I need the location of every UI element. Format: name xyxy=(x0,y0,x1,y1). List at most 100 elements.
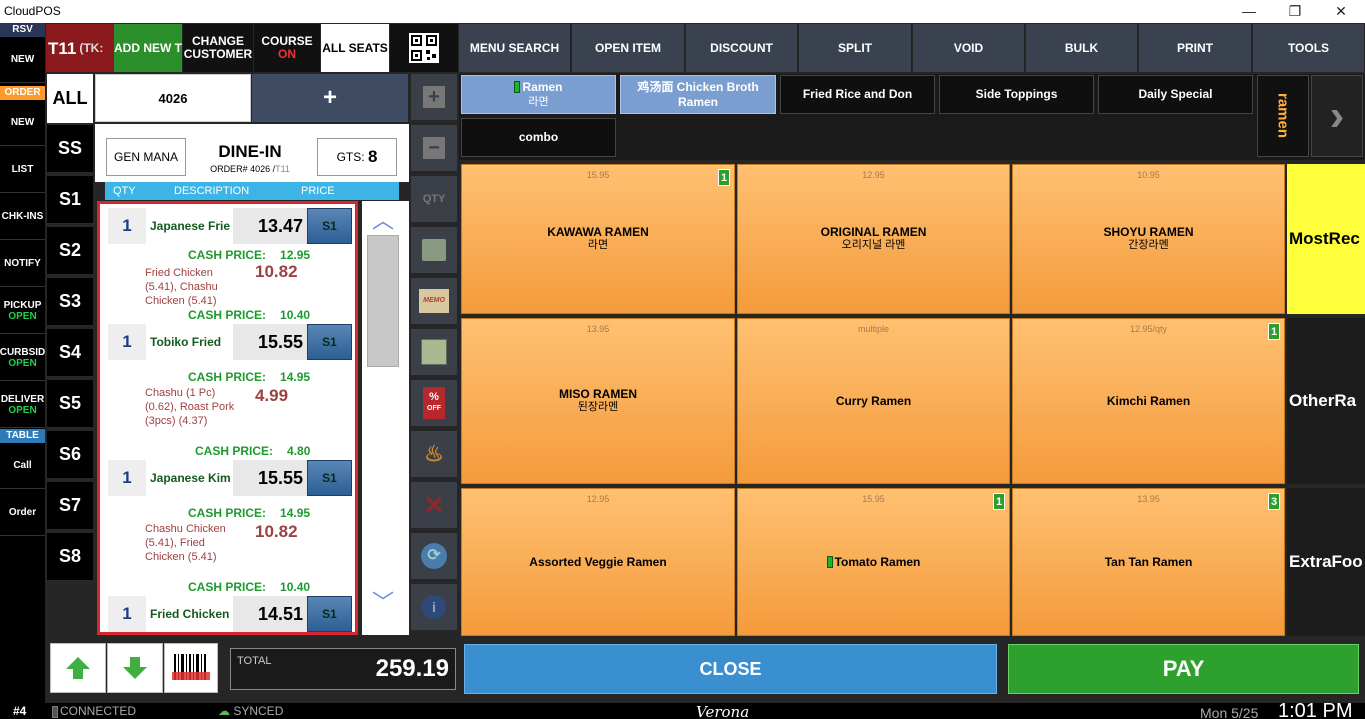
seat-s6[interactable]: S6 xyxy=(47,431,93,479)
seat-all[interactable]: ALL xyxy=(47,74,93,124)
check-ins-button[interactable]: CHK-INS xyxy=(0,194,45,240)
scroll-down-icon[interactable]: ﹀ xyxy=(370,592,396,614)
order-new-button[interactable]: NEW xyxy=(0,100,45,146)
discount-item-button[interactable]: % OFF xyxy=(411,380,457,428)
category-3[interactable]: Fried Rice and Don xyxy=(780,75,935,114)
add-order-button[interactable]: + xyxy=(252,74,408,122)
order-number-field[interactable]: 4026 xyxy=(95,74,251,122)
category-group-button[interactable]: ramen xyxy=(1257,75,1309,157)
refresh-button[interactable]: ⟳ xyxy=(411,533,457,581)
item-seat-button[interactable]: S1 xyxy=(307,208,352,244)
menu-item-tan-tan-ramen[interactable]: 13.95 Tan Tan Ramen 3 xyxy=(1012,488,1285,636)
scroll-up-icon[interactable]: ︿ xyxy=(370,210,396,232)
info-button[interactable]: i xyxy=(411,584,457,632)
menu-item-kimchi-ramen[interactable]: 12.95/qty Kimchi Ramen 1 xyxy=(1012,318,1285,484)
minimize-icon[interactable]: — xyxy=(1226,0,1272,23)
item-description[interactable]: Japanese Frie xyxy=(150,208,232,244)
pay-button[interactable]: PAY xyxy=(1008,644,1359,694)
qr-code-icon xyxy=(409,33,439,63)
menu-item-shoyu-ramen[interactable]: 10.95 SHOYU RAMEN 간장라멘 xyxy=(1012,164,1285,314)
call-button[interactable]: Call xyxy=(0,443,45,489)
seat-s1[interactable]: S1 xyxy=(47,176,93,224)
course-button[interactable]: COURSE ON xyxy=(254,24,320,72)
increase-qty-button[interactable]: + xyxy=(411,74,457,122)
menu-item-curry-ramen[interactable]: multiple Curry Ramen xyxy=(737,318,1010,484)
toolbar-button-void[interactable]: VOID xyxy=(913,24,1025,72)
server-button[interactable]: GEN MANA xyxy=(106,138,186,176)
category-2[interactable]: 鸡汤面 Chicken Broth Ramen xyxy=(620,75,776,114)
seat-s3[interactable]: S3 xyxy=(47,278,93,326)
item-price[interactable]: 14.51 xyxy=(233,596,307,632)
memo-button[interactable]: MEMO xyxy=(411,278,457,326)
item-seat-button[interactable]: S1 xyxy=(307,324,352,360)
decrease-qty-button[interactable]: − xyxy=(411,125,457,173)
delete-item-button[interactable]: ✕ xyxy=(411,482,457,530)
guests-label: GTS: xyxy=(336,150,365,164)
toolbar-button-print[interactable]: PRINT xyxy=(1139,24,1252,72)
item-cash-price: CASH PRICE: 12.95 xyxy=(188,248,310,262)
seat-s4[interactable]: S4 xyxy=(47,329,93,377)
toolbar-button-tools[interactable]: TOOLS xyxy=(1253,24,1365,72)
change-customer-button[interactable]: CHANGE CUSTOMER xyxy=(183,24,253,72)
restore-icon[interactable]: ❐ xyxy=(1272,0,1318,23)
item-description[interactable]: Fried Chicken xyxy=(150,596,232,632)
item-seat-button[interactable]: S1 xyxy=(307,460,352,496)
barcode-button[interactable] xyxy=(164,643,218,693)
curbside-button[interactable]: CURBSID OPEN xyxy=(0,335,45,381)
seat-s2[interactable]: S2 xyxy=(47,227,93,275)
notify-button[interactable]: NOTIFY xyxy=(0,241,45,287)
table-indicator[interactable]: T11 (TK: xyxy=(46,24,114,72)
item-price[interactable]: 13.47 xyxy=(233,208,307,244)
guests-button[interactable]: GTS: 8 xyxy=(317,138,397,176)
category-4[interactable]: Side Toppings xyxy=(939,75,1094,114)
menu-item-kawawa-ramen[interactable]: 15.95 KAWAWA RAMEN 라면 1 xyxy=(461,164,735,314)
menu-item-assorted-veggie-ramen[interactable]: 12.95 Assorted Veggie Ramen xyxy=(461,488,735,636)
toolbar-button-discount[interactable]: DISCOUNT xyxy=(686,24,798,72)
pickup-button[interactable]: PICKUP OPEN xyxy=(0,288,45,334)
seat-s7[interactable]: S7 xyxy=(47,482,93,530)
item-price[interactable]: 15.55 xyxy=(233,460,307,496)
scroll-thumb[interactable] xyxy=(367,235,399,367)
toolbar-button-open-item[interactable]: OPEN ITEM xyxy=(572,24,685,72)
menu-item-tomato-ramen[interactable]: 15.95 Tomato Ramen 1 xyxy=(737,488,1010,636)
item-description[interactable]: Tobiko Fried xyxy=(150,324,232,360)
seat-s5[interactable]: S5 xyxy=(47,380,93,428)
next-category-icon[interactable]: › xyxy=(1311,75,1363,157)
move-up-button[interactable] xyxy=(50,643,106,693)
item-description[interactable]: Japanese Kim xyxy=(150,460,232,496)
package-button[interactable] xyxy=(411,227,457,275)
order-items-list[interactable]: 1 Japanese Frie 13.47 S1 CASH PRICE: 12.95 Fri… xyxy=(97,201,358,635)
other-ramen-button[interactable]: OtherRa xyxy=(1287,318,1365,484)
item-qty[interactable]: 1 xyxy=(108,460,146,496)
item-qty[interactable]: 1 xyxy=(108,324,146,360)
item-seat-button[interactable]: S1 xyxy=(307,596,352,632)
move-down-button[interactable] xyxy=(107,643,163,693)
item-qty[interactable]: 1 xyxy=(108,208,146,244)
all-seats-button[interactable]: ALL SEATS xyxy=(321,24,389,72)
qr-code-button[interactable] xyxy=(390,24,458,72)
category-1[interactable]: Ramen 라면 xyxy=(461,75,616,114)
category-6[interactable]: combo xyxy=(461,118,616,157)
extra-food-button[interactable]: ExtraFoo xyxy=(1287,488,1365,636)
order-list-button[interactable]: LIST xyxy=(0,147,45,193)
modifier-button[interactable] xyxy=(411,329,457,377)
delivery-button[interactable]: DELIVER OPEN xyxy=(0,382,45,428)
menu-item-miso-ramen[interactable]: 13.95 MISO RAMEN 된장라멘 xyxy=(461,318,735,484)
toolbar-button-bulk[interactable]: BULK xyxy=(1026,24,1138,72)
most-recent-button[interactable]: MostRec xyxy=(1287,164,1365,314)
fire-button[interactable]: ♨ xyxy=(411,431,457,479)
seat-ss[interactable]: SS xyxy=(47,125,93,173)
qty-button[interactable]: QTY xyxy=(411,176,457,224)
table-order-button[interactable]: Order xyxy=(0,490,45,536)
toolbar-button-split[interactable]: SPLIT xyxy=(799,24,912,72)
category-5[interactable]: Daily Special xyxy=(1098,75,1253,114)
toolbar-button-menu-search[interactable]: MENU SEARCH xyxy=(459,24,571,72)
item-price[interactable]: 15.55 xyxy=(233,324,307,360)
seat-s8[interactable]: S8 xyxy=(47,533,93,581)
add-new-table-button[interactable]: ADD NEW T xyxy=(114,24,182,72)
menu-item-original-ramen[interactable]: 12.95 ORIGINAL RAMEN 오리지널 라멘 xyxy=(737,164,1010,314)
close-window-icon[interactable]: ✕ xyxy=(1318,0,1364,23)
item-qty[interactable]: 1 xyxy=(108,596,146,632)
close-button[interactable]: CLOSE xyxy=(464,644,997,694)
rsv-new-button[interactable]: NEW xyxy=(0,37,45,83)
